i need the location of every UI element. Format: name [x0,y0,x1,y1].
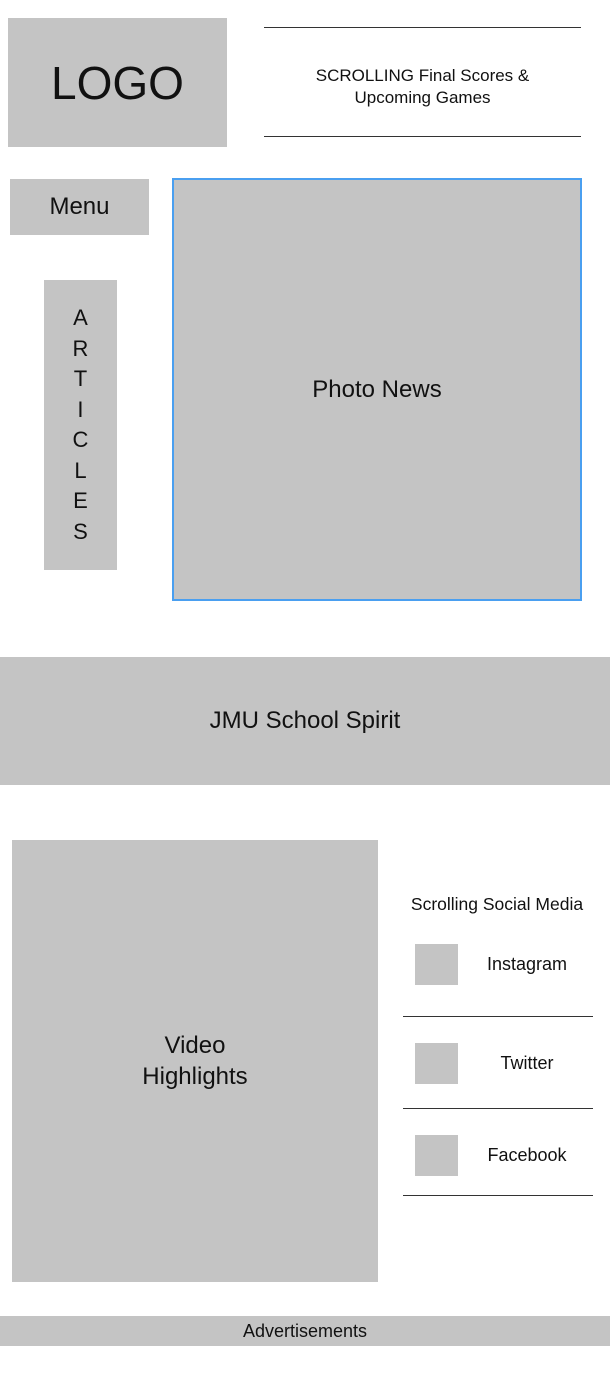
facebook-label: Facebook [487,1145,567,1165]
instagram-icon [415,944,458,985]
photo-news-panel[interactable]: Photo News [172,178,582,601]
score-ticker[interactable]: SCROLLING Final Scores & Upcoming Games [264,57,581,117]
social-item-facebook[interactable]: Facebook [403,1135,593,1176]
logo-placeholder[interactable]: LOGO [8,18,227,147]
articles-letter: L [74,457,87,483]
video-label-line-1: Video [164,1032,226,1059]
articles-letter: E [73,488,88,513]
ticker-line-2: Upcoming Games [354,88,491,107]
video-label-line-2: Highlights [142,1063,248,1090]
social-divider [403,1195,593,1196]
school-spirit-label: JMU School Spirit [209,707,401,734]
social-media-title: Scrolling Social Media [410,893,584,914]
facebook-icon [415,1135,458,1176]
video-highlights-panel[interactable]: Video Highlights [12,840,378,1282]
twitter-label: Twitter [500,1053,554,1073]
ticker-bottom-rule [264,136,581,137]
menu-label: Menu [49,193,110,220]
articles-letter: I [77,396,84,422]
social-divider [403,1016,593,1017]
articles-letter: C [72,427,89,452]
ticker-line-1: SCROLLING Final Scores & [315,66,530,85]
advertisements-bar[interactable]: Advertisements [0,1316,610,1346]
articles-letter: A [73,305,88,330]
logo-label: LOGO [51,56,184,109]
articles-label: ARTICLES [73,303,89,547]
social-media-heading: Scrolling Social Media [400,892,594,916]
menu-button[interactable]: Menu [10,179,149,235]
instagram-label: Instagram [486,954,568,974]
twitter-icon [415,1043,458,1084]
advertisements-label: Advertisements [242,1320,368,1341]
articles-letter: R [72,335,89,361]
school-spirit-banner[interactable]: JMU School Spirit [0,657,610,785]
photo-news-label: Photo News [312,375,442,403]
ticker-top-rule [264,27,581,28]
articles-panel[interactable]: ARTICLES [44,280,117,570]
social-item-instagram[interactable]: Instagram [403,944,593,985]
articles-letter: S [73,518,88,544]
articles-letter: T [73,366,88,391]
social-divider [403,1108,593,1109]
social-item-twitter[interactable]: Twitter [403,1043,593,1084]
